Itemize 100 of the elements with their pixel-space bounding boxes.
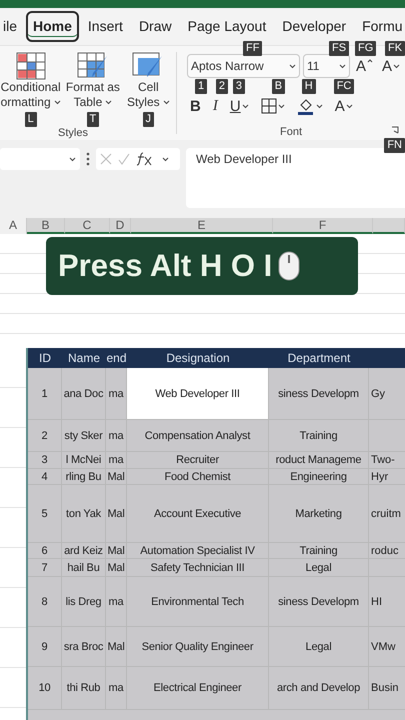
designation-cell[interactable]: Safety Technician III: [127, 559, 269, 577]
column-header[interactable]: B: [27, 218, 65, 234]
table-cell[interactable]: Gy: [369, 368, 405, 420]
keytip: FS: [329, 41, 350, 56]
check-icon[interactable]: [118, 153, 130, 165]
keytip: 2: [216, 79, 228, 94]
id-cell[interactable]: 1: [28, 368, 62, 420]
style-button[interactable]: Conditional ormatting: [0, 46, 61, 110]
ribbon-tab[interactable]: Insert: [80, 11, 130, 42]
table-cell[interactable]: Busin: [369, 667, 405, 710]
ribbon-tab[interactable]: Draw: [132, 11, 179, 42]
bold-button[interactable]: B: [187, 94, 204, 118]
name-cell[interactable]: hail Bu: [62, 559, 106, 577]
table-cell[interactable]: cruitm: [369, 485, 405, 543]
column-header[interactable]: [373, 218, 405, 234]
style-button[interactable]: Format as Table: [66, 46, 120, 110]
id-cell[interactable]: 10: [28, 667, 62, 710]
name-cell[interactable]: sty Sker: [62, 420, 106, 452]
department-cell[interactable]: Training: [269, 420, 369, 452]
underline-button[interactable]: U: [226, 94, 252, 118]
table-cell[interactable]: HI: [369, 577, 405, 627]
gender-cell[interactable]: Mal: [106, 543, 127, 559]
table-cell[interactable]: roduc: [369, 543, 405, 559]
banner-text: Press Alt H O I: [58, 248, 272, 284]
designation-cell[interactable]: Compensation Analyst: [127, 420, 269, 452]
column-heading: end: [106, 350, 127, 367]
name-cell[interactable]: lis Dreg: [62, 577, 106, 627]
ribbon-tab[interactable]: Page Layout: [180, 11, 274, 42]
id-cell[interactable]: 5: [28, 485, 62, 543]
department-cell[interactable]: Legal: [269, 627, 369, 667]
column-header[interactable]: C: [65, 218, 110, 234]
name-cell[interactable]: sra Broc: [62, 627, 106, 667]
name-cell[interactable]: rling Bu: [62, 469, 106, 485]
department-cell[interactable]: arch and Develop: [269, 667, 369, 710]
id-cell[interactable]: 4: [28, 469, 62, 485]
gender-cell[interactable]: ma: [106, 667, 127, 710]
cancel-icon[interactable]: [100, 153, 112, 165]
department-cell[interactable]: Marketing: [269, 485, 369, 543]
name-cell[interactable]: ton Yak: [62, 485, 106, 543]
font-color-button[interactable]: A: [332, 94, 356, 118]
designation-cell[interactable]: Senior Quality Engineer: [127, 627, 269, 667]
gender-cell[interactable]: Mal: [106, 559, 127, 577]
gender-cell[interactable]: Mal: [106, 485, 127, 543]
caret-icon: [316, 104, 323, 108]
designation-cell[interactable]: Account Executive: [127, 485, 269, 543]
conditional-formatting-icon: [16, 52, 46, 80]
department-cell[interactable]: siness Developm: [269, 577, 369, 627]
more-icon: [86, 152, 90, 166]
designation-cell[interactable]: Electrical Engineer: [127, 667, 269, 710]
department-cell[interactable]: roduct Manageme: [269, 452, 369, 469]
designation-cell[interactable]: Food Chemist: [127, 469, 269, 485]
column-heading: Designation: [165, 350, 231, 367]
id-cell[interactable]: 8: [28, 577, 62, 627]
name-cell[interactable]: ana Doc: [62, 368, 106, 420]
ribbon-tab[interactable]: Home: [26, 11, 79, 42]
id-cell[interactable]: 7: [28, 559, 62, 577]
gender-cell[interactable]: ma: [106, 420, 127, 452]
table-cell[interactable]: Hyr: [369, 469, 405, 485]
keytip: L: [24, 112, 37, 127]
name-box[interactable]: [0, 148, 80, 170]
name-cell[interactable]: ard Keiz: [62, 543, 106, 559]
id-cell[interactable]: 2: [28, 420, 62, 452]
shrink-font-button[interactable]: A: [379, 54, 404, 78]
ribbon-tab[interactable]: Formu: [355, 11, 405, 42]
id-cell[interactable]: 3: [28, 452, 62, 469]
font-name-dropdown[interactable]: Aptos Narrow: [187, 54, 300, 78]
style-button[interactable]: Cell Styles: [126, 46, 170, 110]
italic-button[interactable]: I: [210, 94, 221, 118]
column-header[interactable]: F: [273, 218, 373, 234]
department-cell[interactable]: Legal: [269, 559, 369, 577]
designation-cell[interactable]: Automation Specialist IV: [127, 543, 269, 559]
gender-cell[interactable]: Mal: [106, 627, 127, 667]
department-cell[interactable]: Engineering: [269, 469, 369, 485]
gender-cell[interactable]: ma: [106, 577, 127, 627]
caret-icon: [346, 104, 353, 108]
id-cell[interactable]: 9: [28, 627, 62, 667]
grow-font-button[interactable]: A: [353, 54, 376, 78]
name-cell[interactable]: l McNei: [62, 452, 106, 469]
table-cell[interactable]: VMw: [369, 627, 405, 667]
designation-cell[interactable]: Environmental Tech: [127, 577, 269, 627]
font-size-dropdown[interactable]: 11: [303, 54, 350, 78]
ribbon-tab[interactable]: ile: [0, 11, 24, 42]
designation-cell[interactable]: Recruiter: [127, 452, 269, 469]
table-cell[interactable]: Two-: [369, 452, 405, 469]
gender-cell[interactable]: ma: [106, 452, 127, 469]
keytip: B: [272, 79, 286, 94]
formula-field[interactable]: Web Developer III: [186, 148, 405, 208]
gender-cell[interactable]: Mal: [106, 469, 127, 485]
designation-cell[interactable]: Web Developer III: [127, 368, 269, 420]
department-cell[interactable]: siness Developm: [269, 368, 369, 420]
caret-icon: [289, 64, 296, 68]
keytip: T: [86, 112, 100, 127]
id-cell[interactable]: 6: [28, 543, 62, 559]
column-header[interactable]: D: [110, 218, 131, 234]
name-cell[interactable]: thi Rub: [62, 667, 106, 710]
department-cell[interactable]: Training: [269, 543, 369, 559]
ribbon-tab[interactable]: Developer: [275, 11, 354, 42]
gender-cell[interactable]: ma: [106, 368, 127, 420]
caret-icon: [278, 104, 285, 108]
column-header[interactable]: E: [131, 218, 273, 234]
